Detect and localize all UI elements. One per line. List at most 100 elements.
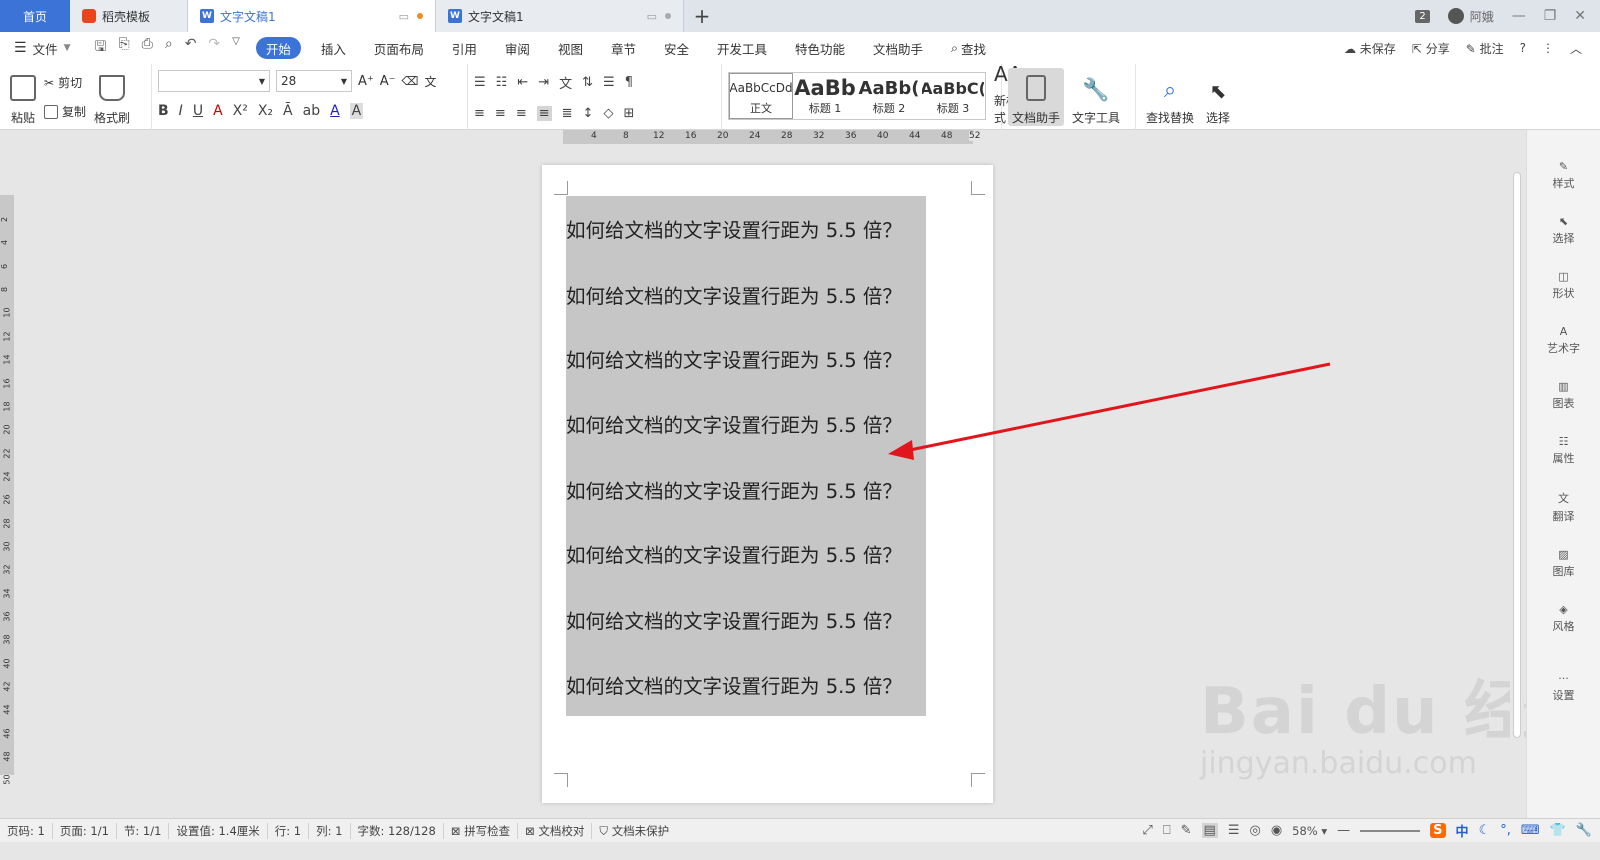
redo-icon[interactable]: ↷ [208, 36, 220, 60]
window-count-badge[interactable]: 2 [1415, 9, 1430, 23]
file-menu[interactable]: ☰ 文件 ▼ [12, 32, 85, 64]
help-icon[interactable]: ? [1520, 41, 1526, 55]
ime-punct-icon[interactable]: °, [1500, 823, 1511, 838]
unsaved-button[interactable]: ☁ 未保存 [1344, 40, 1396, 57]
menu-start[interactable]: 开始 [255, 37, 301, 59]
menu-insert[interactable]: 插入 [307, 32, 360, 64]
align-left-icon[interactable]: ≡ [474, 106, 485, 121]
doc-paragraph[interactable]: 如何给文档的文字设置行距为 5.5 倍？ [566, 344, 902, 373]
doc-paragraph[interactable]: 如何给文档的文字设置行距为 5.5 倍？ [566, 475, 902, 504]
pane-settings[interactable]: ··· 设置 [1553, 672, 1575, 703]
style-heading2[interactable]: AaBb( 标题 2 [857, 73, 921, 119]
write-mode-icon[interactable]: ✎ [1181, 823, 1192, 838]
page-view-icon[interactable]: ▤ [1201, 823, 1218, 838]
status-page-number[interactable]: 页码: 1 [0, 822, 53, 839]
superscript-icon[interactable]: X² [233, 103, 248, 119]
scrollbar-thumb[interactable] [1513, 172, 1521, 738]
web-view-icon[interactable]: ◎ [1249, 823, 1260, 838]
menu-view[interactable]: 视图 [544, 32, 597, 64]
find-replace-button[interactable]: ⌕ 查找替换 [1142, 68, 1198, 126]
zoom-out-icon[interactable]: — [1337, 823, 1350, 838]
doc-paragraph[interactable]: 如何给文档的文字设置行距为 5.5 倍？ [566, 539, 902, 568]
menu-references[interactable]: 引用 [438, 32, 491, 64]
border-icon[interactable]: ⊞ [623, 106, 634, 121]
status-col[interactable]: 列: 1 [309, 822, 351, 839]
line-spacing-menu-icon[interactable]: ☰ [603, 75, 615, 90]
pane-wordart[interactable]: A 艺术字 [1547, 325, 1580, 356]
align-right-icon[interactable]: ≡ [516, 106, 527, 121]
pane-properties[interactable]: ☷ 属性 [1553, 435, 1575, 466]
menu-page-layout[interactable]: 页面布局 [360, 32, 438, 64]
menu-section[interactable]: 章节 [597, 32, 650, 64]
tab-doc-active[interactable]: W 文字文稿1 ▭ [188, 0, 436, 32]
ime-tools-icon[interactable]: 🔧 [1576, 823, 1592, 838]
print-icon[interactable]: ⎙ [142, 36, 153, 60]
fullscreen-icon[interactable]: ⤢ [1142, 823, 1152, 838]
numbered-list-icon[interactable]: ☷ [496, 75, 508, 90]
shrink-font-icon[interactable]: A⁻ [380, 74, 396, 89]
decrease-indent-icon[interactable]: ⇤ [517, 75, 528, 90]
align-center-icon[interactable]: ≡ [495, 106, 506, 121]
highlight-icon[interactable]: ab [303, 103, 320, 119]
customize-icon[interactable]: ▽ [232, 36, 240, 60]
sort-icon[interactable]: ⇅ [582, 75, 593, 90]
user-account[interactable]: 阿娥 [1447, 8, 1494, 25]
pane-shapes[interactable]: ◫ 形状 [1553, 270, 1575, 301]
italic-icon[interactable]: I [179, 103, 183, 119]
style-normal[interactable]: AaBbCcDd 正文 [729, 73, 793, 119]
grow-font-icon[interactable]: A⁺ [358, 74, 374, 89]
menu-search[interactable]: ⌕ 查找 [937, 32, 1000, 64]
menu-features[interactable]: 特色功能 [781, 32, 859, 64]
ime-moon-icon[interactable]: ☾ [1479, 823, 1491, 838]
menu-developer[interactable]: 开发工具 [703, 32, 781, 64]
status-row[interactable]: 行: 1 [268, 822, 310, 839]
underline-icon[interactable]: U [193, 103, 203, 119]
zoom-select[interactable]: 58% ▾ [1292, 824, 1327, 838]
select-button[interactable]: ⬉ 选择 [1202, 68, 1234, 126]
pinyin-guide-icon[interactable]: 文 [425, 73, 437, 90]
ime-skin-icon[interactable]: 👕 [1550, 823, 1566, 838]
minimize-icon[interactable]: — [1512, 8, 1526, 24]
comment-button[interactable]: ✎ 批注 [1466, 40, 1504, 57]
horizontal-ruler[interactable]: 4 8 12 16 20 24 28 32 36 40 44 48 52 [563, 130, 981, 144]
paste-button[interactable]: 粘贴 [6, 68, 40, 126]
ime-keyboard-icon[interactable]: ⌨ [1521, 823, 1540, 838]
close-icon[interactable]: ✕ [1574, 8, 1586, 24]
pane-select[interactable]: ⬉ 选择 [1553, 215, 1575, 246]
text-effect-icon[interactable]: Ā [283, 103, 293, 119]
status-pages[interactable]: 页面: 1/1 [53, 822, 117, 839]
shading-icon[interactable]: ◇ [603, 106, 613, 121]
monitor-icon[interactable]: ▭ [647, 10, 657, 23]
justify-icon[interactable]: ≡ [536, 106, 552, 121]
status-setting-value[interactable]: 设置值: 1.4厘米 [169, 822, 268, 839]
doc-paragraph[interactable]: 如何给文档的文字设置行距为 5.5 倍？ [566, 214, 902, 243]
vertical-scrollbar[interactable] [1510, 144, 1524, 818]
style-heading1[interactable]: AaBb 标题 1 [793, 73, 857, 119]
pane-styles[interactable]: ✎ 样式 [1553, 160, 1575, 191]
clear-format-icon[interactable]: ⌫ [402, 74, 419, 88]
pane-theme[interactable]: ◈ 风格 [1553, 603, 1575, 634]
copy-button[interactable]: 复制 [44, 103, 86, 120]
increase-indent-icon[interactable]: ⇥ [538, 75, 549, 90]
tab-home[interactable]: 首页 [0, 0, 70, 32]
export-pdf-icon[interactable]: ⎘ [118, 36, 129, 60]
outline-view-icon[interactable]: ☰ [1228, 823, 1240, 838]
char-shading-icon[interactable]: A [349, 103, 364, 119]
text-tools-button[interactable]: 🔧 文字工具 [1068, 68, 1124, 126]
ime-lang-icon[interactable]: 中 [1456, 821, 1469, 840]
doc-paragraph[interactable]: 如何给文档的文字设置行距为 5.5 倍？ [566, 280, 902, 309]
restore-icon[interactable]: ❐ [1544, 8, 1557, 24]
doc-proof-button[interactable]: ⊠ 文档校对 [518, 822, 593, 839]
zoom-slider[interactable] [1360, 829, 1421, 832]
doc-assistant-button[interactable]: 文档助手 [1008, 68, 1065, 126]
pane-chart[interactable]: ▥ 图表 [1553, 380, 1575, 411]
eye-protect-icon[interactable]: ◉ [1271, 823, 1282, 838]
show-marks-icon[interactable]: ¶ [625, 75, 633, 90]
monitor-icon[interactable]: ▭ [399, 10, 409, 23]
format-painter-button[interactable]: 格式刷 [90, 68, 134, 126]
doc-protect-button[interactable]: ⛉ 文档未保护 [592, 823, 676, 839]
chinese-layout-icon[interactable]: 文 [559, 73, 572, 92]
bullet-list-icon[interactable]: ☰ [474, 75, 486, 90]
pane-translate[interactable]: 文翻译 [1553, 490, 1575, 524]
font-name-select[interactable]: ▼ [158, 70, 270, 92]
